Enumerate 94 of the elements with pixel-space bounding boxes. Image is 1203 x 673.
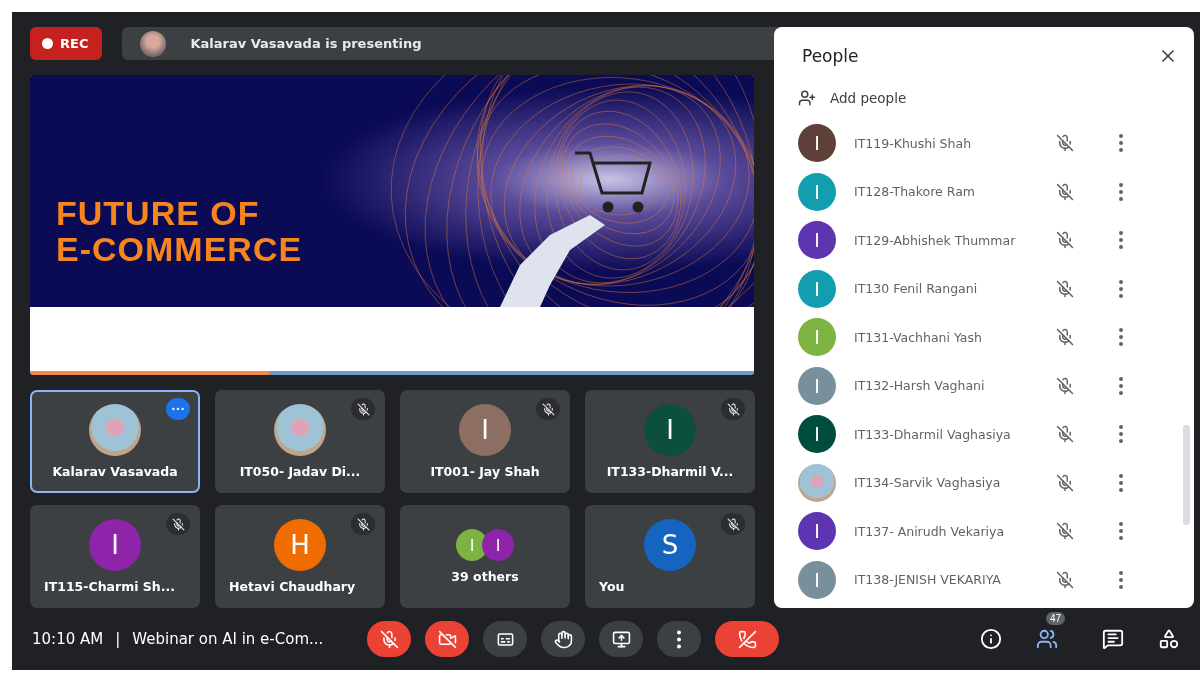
- more-options-icon[interactable]: [1119, 182, 1123, 201]
- more-options-icon[interactable]: [1119, 231, 1123, 250]
- participant-photo: [274, 404, 326, 456]
- participant-avatar: I: [644, 404, 696, 456]
- participant-avatar: S: [644, 519, 696, 571]
- more-options-icon[interactable]: [1119, 279, 1123, 298]
- raise-hand-button[interactable]: [541, 621, 586, 657]
- participant-tile[interactable]: S You: [585, 505, 755, 608]
- participant-name: IT128-Thakore Ram: [854, 184, 976, 200]
- participant-avatar: I: [798, 221, 836, 260]
- recording-indicator: REC: [30, 27, 103, 60]
- more-options-icon[interactable]: [1119, 376, 1123, 395]
- participant-tile[interactable]: I I 39 others: [400, 505, 570, 608]
- more-options-icon[interactable]: [166, 398, 190, 420]
- participant-tile[interactable]: I IT115-Charmi Sh...: [30, 505, 200, 608]
- microphone-off-icon: [1056, 522, 1074, 541]
- present-button[interactable]: [599, 621, 644, 657]
- microphone-off-icon: [1056, 425, 1074, 444]
- people-button[interactable]: 47: [1034, 612, 1070, 652]
- participant-name: 39 others: [451, 569, 519, 584]
- participant-avatar: I: [798, 512, 836, 551]
- participant-photo: [89, 404, 141, 456]
- more-options-icon[interactable]: [1119, 522, 1123, 541]
- participant-name: Hetavi Chaudhary: [229, 579, 356, 594]
- participant-name: IT132-Harsh Vaghani: [854, 378, 986, 394]
- chat-icon: [1102, 628, 1124, 650]
- participant-tile[interactable]: I IT133-Dharmil V...: [585, 390, 755, 493]
- participant-name: IT119-Khushi Shah: [854, 135, 973, 151]
- info-button[interactable]: [978, 626, 1004, 652]
- microphone-off-icon: [379, 629, 399, 649]
- add-person-icon: [798, 89, 816, 107]
- participant-avatar: I: [482, 529, 514, 561]
- participant-avatar: I: [798, 560, 836, 599]
- more-options-icon[interactable]: [1119, 134, 1123, 153]
- participant-name: IT137- Anirudh Vekariya: [854, 523, 1006, 539]
- participant-name: IT133-Dharmil Vaghasiya: [854, 426, 1012, 442]
- hand-icon: [553, 629, 573, 649]
- present-screen-icon: [611, 629, 631, 649]
- participant-avatar: H: [274, 519, 326, 571]
- microphone-off-icon: [1056, 182, 1074, 201]
- participant-avatar: I: [798, 415, 836, 454]
- microphone-off-icon: [1056, 570, 1074, 589]
- participant-tile[interactable]: IT050- Jadav Di...: [215, 390, 385, 493]
- phone-icon: [737, 629, 757, 649]
- participant-count-badge: 47: [1046, 612, 1066, 625]
- slide-title: FUTURE OF E-COMMERCE: [56, 195, 303, 267]
- more-options-button[interactable]: [657, 621, 702, 657]
- microphone-off-icon: [1056, 134, 1074, 153]
- more-options-icon: [677, 629, 682, 649]
- more-options-icon[interactable]: [1119, 570, 1123, 589]
- participant-name: Kalarav Vasavada: [52, 464, 178, 479]
- participant-name: You: [599, 579, 625, 594]
- add-people-button[interactable]: Add people: [774, 89, 907, 107]
- info-icon: [980, 628, 1002, 650]
- participant-tile[interactable]: H Hetavi Chaudhary: [215, 505, 385, 608]
- participant-name: IT133-Dharmil V...: [606, 464, 734, 479]
- meeting-title: Webinar on AI in e-Com...: [132, 630, 325, 648]
- participant-tile[interactable]: Kalarav Vasavada: [30, 390, 200, 493]
- meeting-time: 10:10 AM: [32, 630, 104, 648]
- participant-name: IT001- Jay Shah: [430, 464, 540, 479]
- participant-name: IT050- Jadav Di...: [239, 464, 361, 479]
- activities-icon: [1158, 628, 1180, 650]
- people-icon: [1036, 628, 1058, 650]
- end-call-button[interactable]: [715, 621, 780, 657]
- panel-title: People: [802, 46, 859, 66]
- microphone-off-icon: [1056, 231, 1074, 250]
- more-options-icon[interactable]: [1119, 473, 1123, 492]
- participant-name: IT131-Vachhani Yash: [854, 329, 983, 345]
- participant-name: IT129-Abhishek Thummar: [854, 232, 1017, 248]
- participant-avatar: I: [459, 404, 511, 456]
- participant-name: IT138-JENISH VEKARIYA: [854, 572, 1002, 588]
- microphone-off-icon: [1056, 473, 1074, 492]
- scrollbar-thumb[interactable]: [1183, 425, 1190, 525]
- camera-off-button[interactable]: [425, 621, 470, 657]
- more-options-icon[interactable]: [1119, 425, 1123, 444]
- microphone-off-button[interactable]: [367, 621, 412, 657]
- participant-avatar: I: [798, 172, 836, 211]
- participant-name: IT134-Sarvik Vaghasiya: [854, 475, 1002, 491]
- participant-name: IT115-Charmi Sh...: [44, 579, 175, 594]
- participant-name: IT130 Fenil Rangani: [854, 281, 979, 297]
- camera-off-icon: [437, 629, 457, 649]
- participant-avatar: I: [798, 366, 836, 405]
- participant-photo: [798, 463, 836, 502]
- microphone-off-icon: [1056, 376, 1074, 395]
- participant-avatar: I: [798, 269, 836, 308]
- participant-avatar: I: [89, 519, 141, 571]
- microphone-off-icon: [1056, 328, 1074, 347]
- captions-button[interactable]: [483, 621, 528, 657]
- separator-text: |: [115, 630, 121, 648]
- more-options-icon[interactable]: [1119, 328, 1123, 347]
- microphone-off-icon: [1056, 279, 1074, 298]
- participant-avatar: I: [798, 318, 836, 357]
- participant-tile[interactable]: I IT001- Jay Shah: [400, 390, 570, 493]
- participant-avatar: I: [798, 124, 836, 163]
